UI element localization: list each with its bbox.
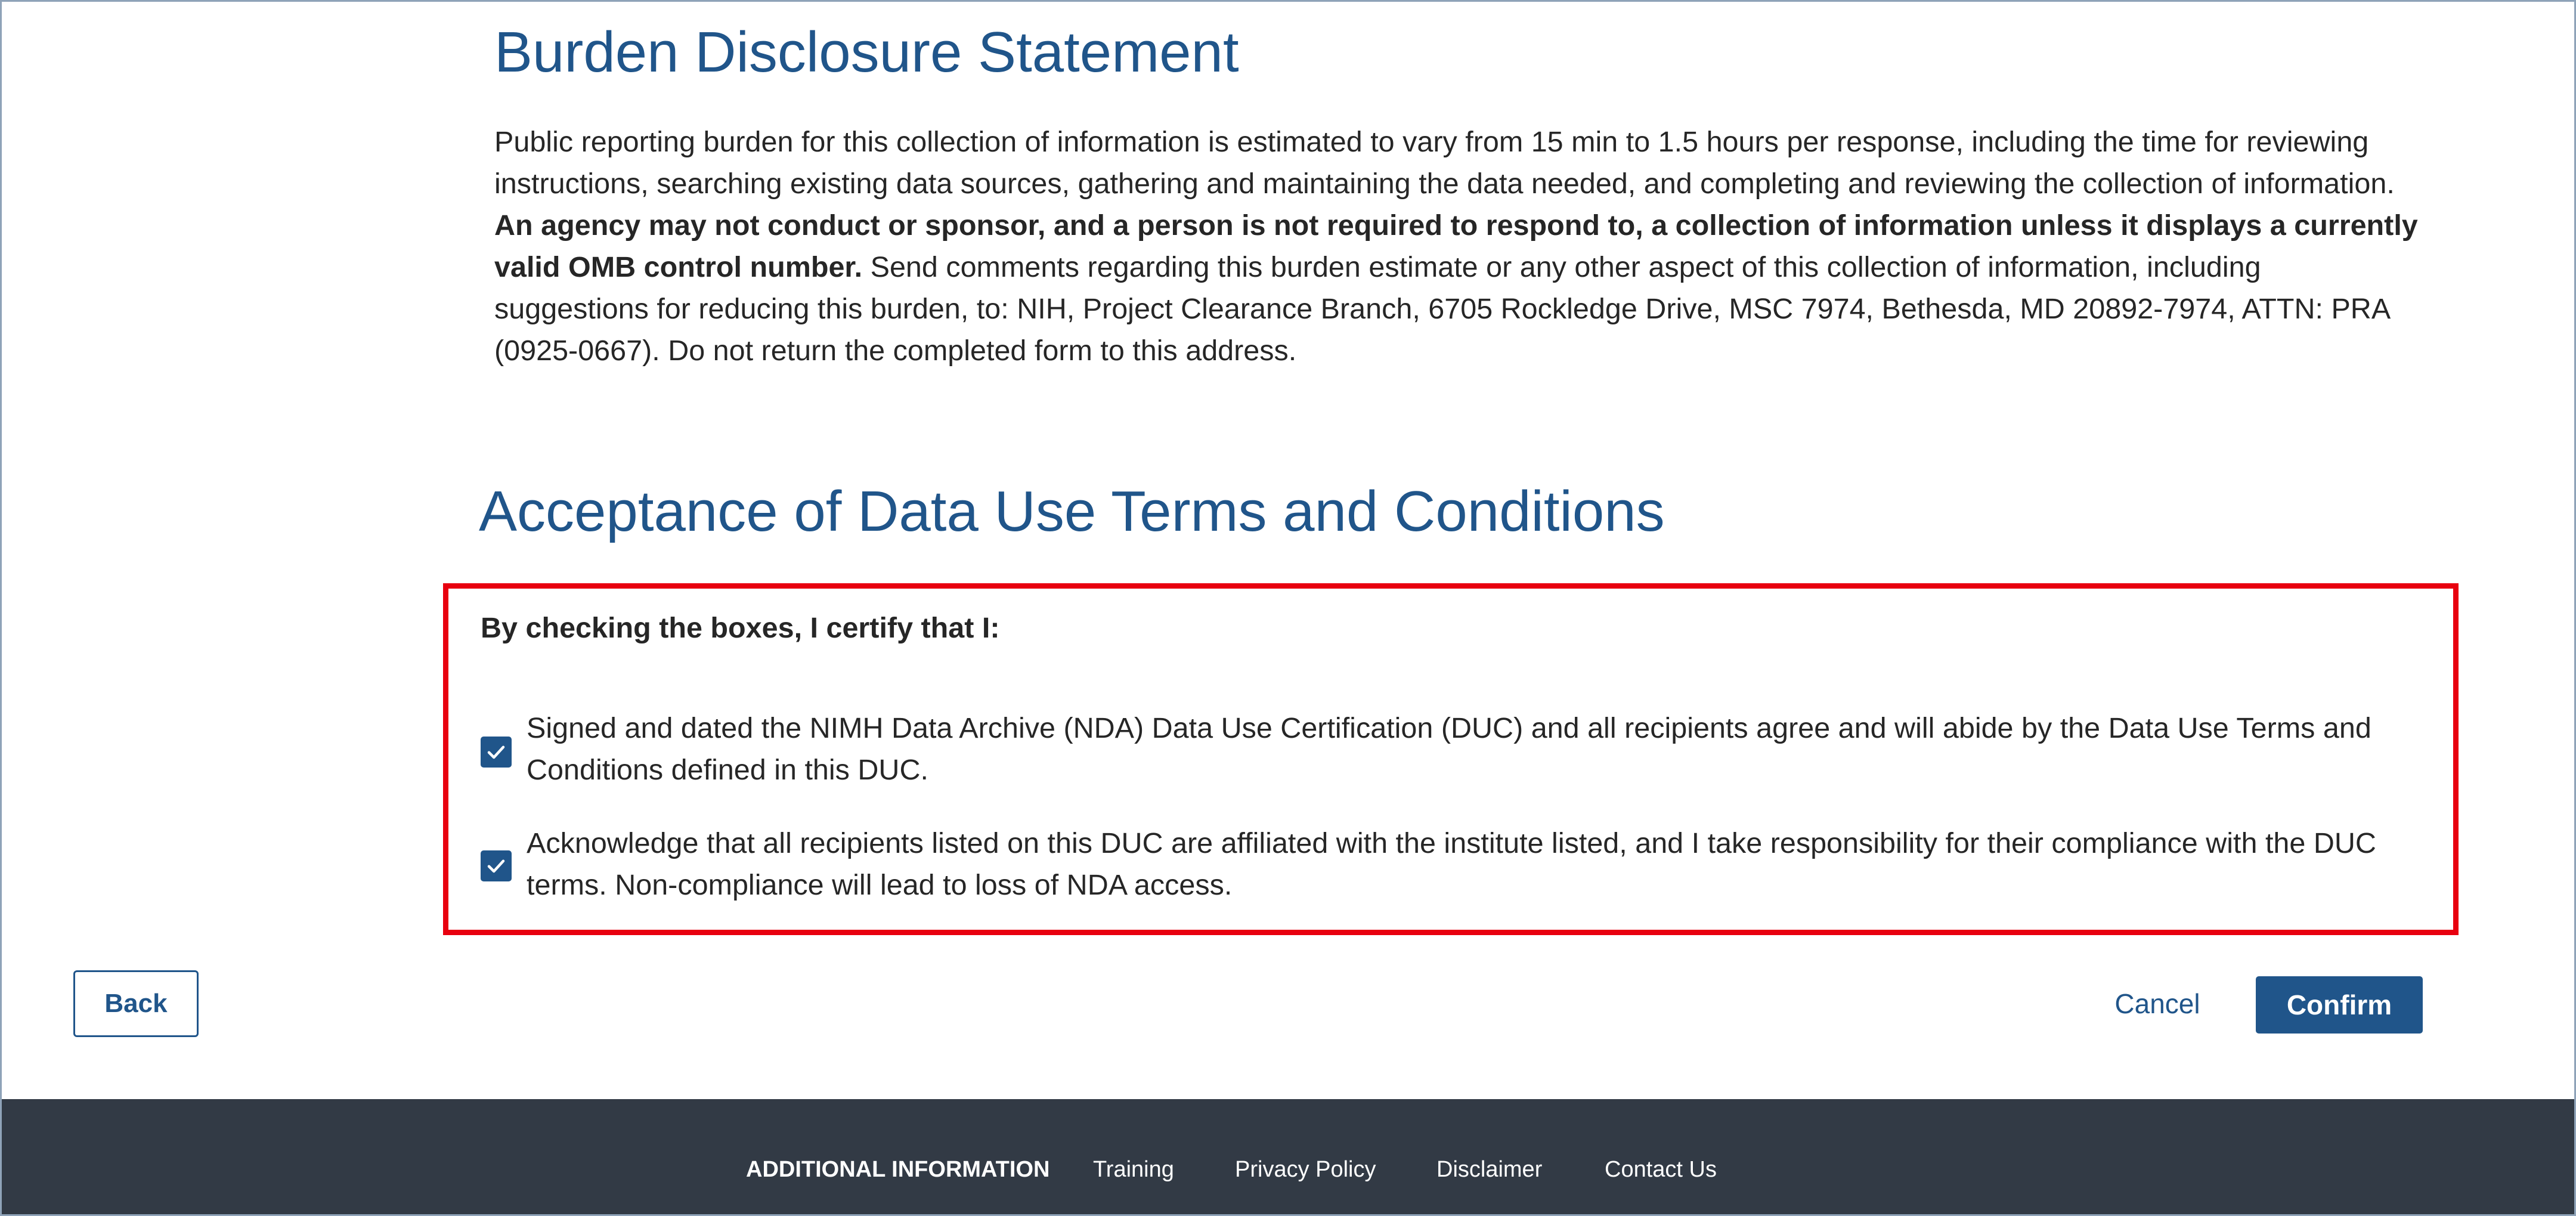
certification-intro: By checking the boxes, I certify that I: [481, 612, 1000, 644]
footer-link-disclaimer[interactable]: Disclaimer [1436, 1155, 1542, 1184]
burden-disclosure-text: Public reporting burden for this collect… [494, 121, 2420, 372]
checkbox-recipients-affiliated[interactable] [481, 850, 512, 881]
certification-item-label: Acknowledge that all recipients listed o… [527, 827, 2376, 901]
cancel-button[interactable]: Cancel [2101, 974, 2214, 1034]
footer-link-privacy-policy[interactable]: Privacy Policy [1235, 1155, 1376, 1184]
footer-heading: ADDITIONAL INFORMATION [746, 1157, 1050, 1182]
confirm-button[interactable]: Confirm [2256, 976, 2423, 1034]
acceptance-title: Acceptance of Data Use Terms and Conditi… [479, 479, 1665, 543]
footer-link-training[interactable]: Training [1093, 1155, 1174, 1184]
checkmark-icon [487, 859, 505, 873]
checkbox-duc-signed[interactable] [481, 737, 512, 768]
back-button[interactable]: Back [73, 970, 199, 1037]
burden-disclosure-title: Burden Disclosure Statement [494, 20, 1239, 84]
checkmark-icon [487, 745, 505, 759]
footer-link-contact-us[interactable]: Contact Us [1605, 1155, 1717, 1184]
page-frame: Burden Disclosure Statement Public repor… [0, 0, 2576, 1216]
certification-item-label: Signed and dated the NIMH Data Archive (… [527, 712, 2371, 786]
burden-text-part1: Public reporting burden for this collect… [494, 126, 2395, 200]
site-footer: ADDITIONAL INFORMATION Training Privacy … [2, 1099, 2574, 1214]
